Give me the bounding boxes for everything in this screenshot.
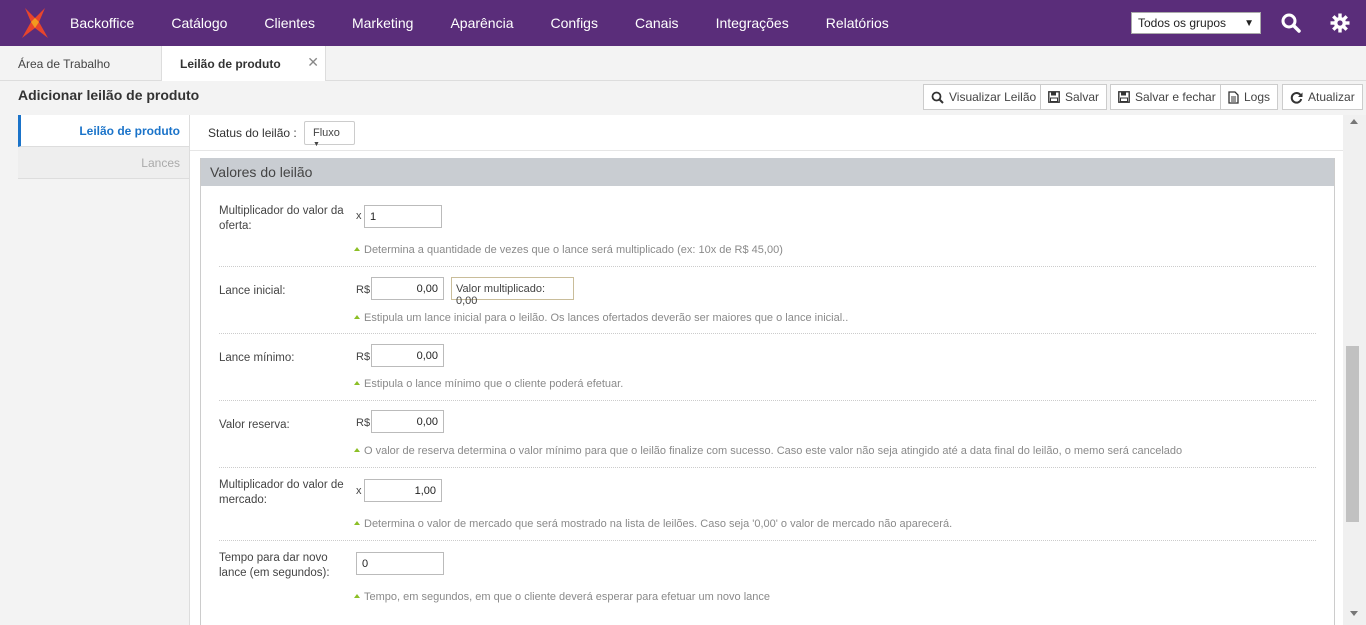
field-prefix: x [356,210,362,222]
multiplied-value-box: Valor multiplicado: 0,00 [451,277,574,307]
status-row: Status do leilão : Fluxo ▼ [190,115,1343,151]
page-title: Adicionar leilão de produto [18,87,200,103]
save-button[interactable]: Salvar [1040,84,1108,110]
view-auction-label: Visualizar Leilão [949,90,1037,104]
menu-integracoes[interactable]: Integrações [716,15,789,31]
document-icon [1228,90,1239,104]
status-label: Status do leilão : [208,126,297,140]
save-icon [1048,91,1060,103]
divider [219,467,1316,468]
menu-aparencia[interactable]: Aparência [450,15,513,31]
field-hint: Determina o valor de mercado que será mo… [354,518,952,530]
hint-text: O valor de reserva determina o valor mín… [364,445,1183,457]
field-prefix: x [356,485,362,497]
save-label: Salvar [1065,90,1100,104]
scroll-up-icon[interactable] [1350,119,1358,124]
field-hint: Determina a quantidade de vezes que o la… [354,244,783,256]
gear-icon[interactable] [1329,12,1351,34]
search-icon [931,91,944,104]
left-panel: Leilão de produto Lances [18,115,189,179]
field-label-minimum-bid: Lance mínimo: [219,352,295,364]
hint-text: Determina a quantidade de vezes que o la… [364,244,783,256]
arrow-up-icon [354,247,360,251]
view-auction-button[interactable]: Visualizar Leilão [923,84,1045,110]
arrow-up-icon [354,448,360,452]
bid-interval-input[interactable]: 0 [356,552,444,575]
menu-canais[interactable]: Canais [635,15,679,31]
main-content: Status do leilão : Fluxo ▼ Valores do le… [189,115,1343,625]
menu-configs[interactable]: Configs [551,15,598,31]
refresh-label: Atualizar [1308,90,1355,104]
refresh-button[interactable]: Atualizar [1282,84,1363,110]
field-prefix: R$ [356,284,371,296]
field-prefix: R$ [356,417,371,429]
top-navbar: Backoffice Catálogo Clientes Marketing A… [0,0,1366,46]
field-hint: Estipula um lance inicial para o leilão.… [354,312,848,324]
save-and-close-label: Salvar e fechar [1135,90,1216,104]
search-icon[interactable] [1280,12,1302,34]
scroll-down-icon[interactable] [1350,611,1358,616]
divider [219,333,1316,334]
menu-marketing[interactable]: Marketing [352,15,413,31]
market-multiplier-input[interactable]: 1,00 [364,479,442,502]
sidebar-item-leilao-de-produto[interactable]: Leilão de produto [18,115,189,147]
group-select-value: Todos os grupos [1138,16,1227,30]
tab-area-de-trabalho[interactable]: Área de Trabalho [0,46,128,81]
status-value: Fluxo [313,127,340,139]
field-hint: O valor de reserva determina o valor mín… [354,445,1182,457]
scroll-thumb[interactable] [1346,346,1359,522]
field-hint: Estipula o lance mínimo que o cliente po… [354,378,623,390]
arrow-up-icon [354,315,360,319]
close-icon[interactable]: ✕ [307,54,319,71]
logo-icon [22,8,48,38]
tab-bar: Área de Trabalho Leilão de produto ✕ [0,46,1366,82]
page-header: Adicionar leilão de produto Visualizar L… [0,81,1366,115]
main-menu: Backoffice Catálogo Clientes Marketing A… [70,0,926,46]
save-icon [1118,91,1130,103]
arrow-up-icon [354,594,360,598]
menu-relatorios[interactable]: Relatórios [826,15,889,31]
hint-text: Estipula um lance inicial para o leilão.… [364,312,849,324]
sidebar-item-label: Leilão de produto [79,123,180,138]
hint-text: Tempo, em segundos, em que o cliente dev… [364,591,771,603]
menu-clientes[interactable]: Clientes [264,15,315,31]
sidebar-item-lances[interactable]: Lances [18,147,189,179]
tab-label: Área de Trabalho [18,56,111,71]
logs-button[interactable]: Logs [1220,84,1279,110]
divider [219,540,1316,541]
group-select[interactable]: Todos os grupos ▼ [1131,12,1261,34]
divider [219,266,1316,267]
caret-down-icon: ▼ [1244,17,1254,29]
hint-text: Estipula o lance mínimo que o cliente po… [364,378,624,390]
field-hint: Tempo, em segundos, em que o cliente dev… [354,591,770,603]
hint-text: Determina o valor de mercado que será mo… [364,518,953,530]
arrow-up-icon [354,381,360,385]
menu-backoffice[interactable]: Backoffice [70,15,134,31]
section-title: Valores do leilão [201,158,1334,186]
field-label-market-multiplier: Multiplicador do valor de mercado: [219,479,344,506]
arrow-up-icon [354,521,360,525]
reserve-value-input[interactable]: 0,00 [371,410,444,433]
minimum-bid-input[interactable]: 0,00 [371,344,444,367]
field-prefix: R$ [356,351,371,363]
initial-bid-input[interactable]: 0,00 [371,277,444,300]
field-label-offer-multiplier: Multiplicador do valor da oferta: [219,205,344,232]
save-and-close-button[interactable]: Salvar e fechar [1110,84,1224,110]
divider [219,400,1316,401]
menu-catalogo[interactable]: Catálogo [171,15,227,31]
field-label-initial-bid: Lance inicial: [219,285,286,297]
sidebar-item-label: Lances [141,155,180,170]
refresh-icon [1290,91,1303,104]
field-label-reserve-value: Valor reserva: [219,419,290,431]
app-logo[interactable] [0,0,70,46]
status-dropdown[interactable]: Fluxo ▼ [304,121,355,148]
logs-label: Logs [1244,90,1271,104]
field-label-bid-interval: Tempo para dar novo lance (em segundos): [219,552,330,579]
auction-values-section: Valores do leilão Multiplicador do valor… [200,158,1335,625]
offer-multiplier-input[interactable]: 1 [364,205,442,228]
tab-leilao-de-produto[interactable]: Leilão de produto ✕ [161,46,326,82]
tab-label: Leilão de produto [180,57,281,71]
vertical-scrollbar[interactable] [1343,115,1366,625]
caret-down-icon: ▼ [313,141,320,148]
